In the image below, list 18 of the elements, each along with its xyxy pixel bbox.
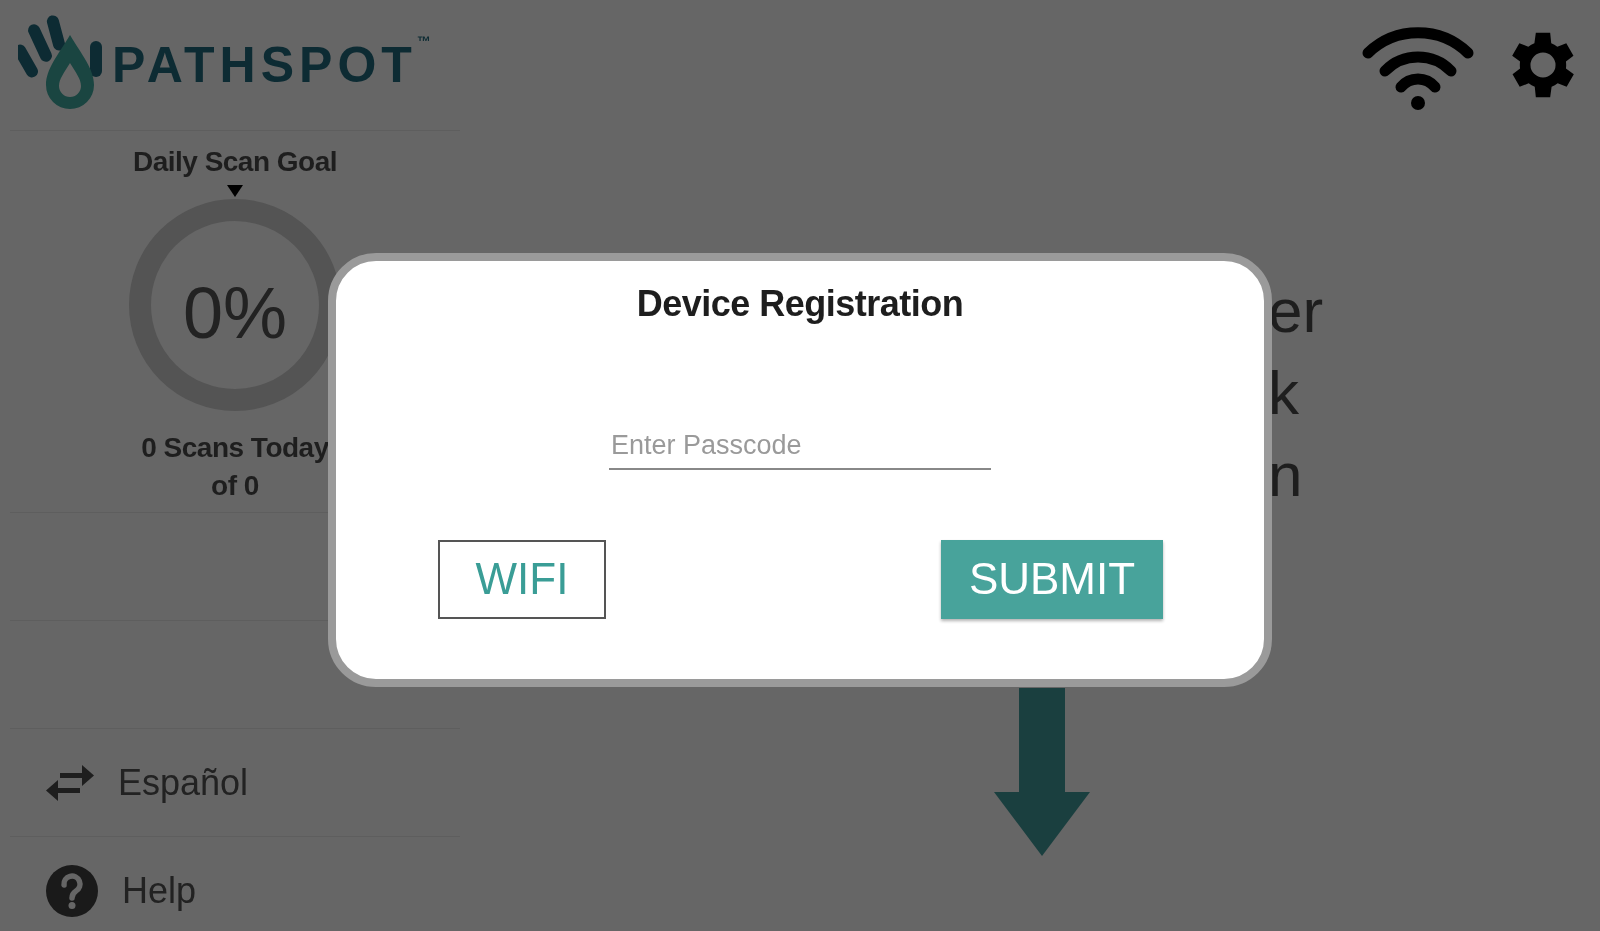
marker-triangle-icon xyxy=(227,185,243,197)
help-icon xyxy=(46,864,98,917)
dialog-title: Device Registration xyxy=(636,282,964,326)
logo-text: PATHSPOT xyxy=(112,35,417,95)
scans-count: 0 Scans Today xyxy=(141,431,329,465)
percent-value: 0% xyxy=(181,272,289,355)
menu-label[interactable]: Help xyxy=(122,863,197,918)
goal-count: of 0 xyxy=(210,469,260,503)
swap-arrows-icon xyxy=(46,764,94,801)
goal-title: Daily Scan Goal xyxy=(132,145,338,179)
down-arrow-icon xyxy=(994,688,1090,856)
background-text-fragment: er xyxy=(1268,275,1324,347)
background-text-fragment: n xyxy=(1268,439,1304,511)
submit-button[interactable]: SUBMIT xyxy=(941,539,1163,619)
background-text-fragment: k xyxy=(1268,357,1300,429)
menu-label[interactable]: Español xyxy=(118,755,249,810)
wifi-button[interactable]: WIFI xyxy=(438,539,606,619)
trademark-mark: ™ xyxy=(416,32,431,51)
